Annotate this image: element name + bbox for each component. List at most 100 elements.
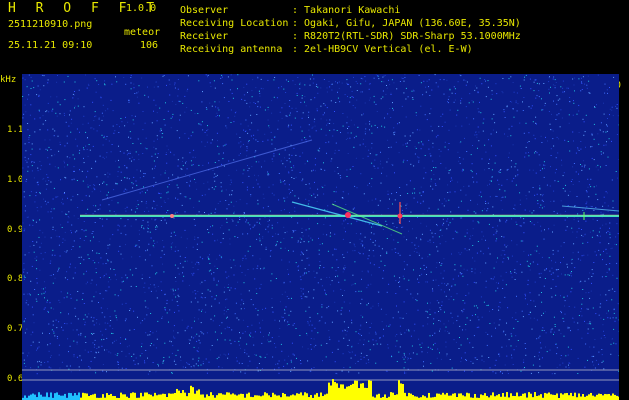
level-bar — [194, 393, 196, 400]
level-bar — [324, 394, 326, 400]
level-bar — [264, 392, 266, 400]
level-bar — [588, 394, 590, 400]
level-bar — [570, 392, 572, 400]
level-bar — [68, 392, 70, 400]
level-bar — [150, 394, 152, 400]
level-bar — [60, 395, 62, 400]
level-bar — [246, 393, 248, 400]
level-bar — [278, 395, 280, 400]
level-bar — [202, 394, 204, 400]
spectrogram-canvas — [22, 74, 619, 400]
level-bar — [62, 395, 64, 400]
level-bar — [268, 395, 270, 400]
level-bar — [42, 396, 44, 400]
level-bar — [506, 392, 508, 400]
level-bar — [384, 394, 386, 400]
level-bar — [266, 393, 268, 400]
level-bar — [522, 393, 524, 400]
level-bar — [46, 392, 48, 400]
level-bar — [154, 392, 156, 400]
level-bar — [614, 394, 616, 400]
level-bar — [594, 396, 596, 400]
level-bar — [28, 395, 30, 400]
level-bar — [240, 393, 242, 400]
freq-label: 0.7 — [7, 324, 24, 334]
level-bar — [302, 395, 304, 400]
level-bar — [358, 388, 360, 400]
level-bar — [546, 393, 548, 400]
level-bar — [130, 393, 132, 400]
level-bar — [440, 394, 442, 400]
level-bar — [282, 392, 284, 400]
level-bar — [578, 393, 580, 400]
level-bar — [364, 387, 366, 400]
level-bar — [332, 379, 334, 400]
level-bar — [498, 394, 500, 400]
level-bar — [224, 394, 226, 400]
level-bar — [484, 393, 486, 400]
meteor-label: meteor — [124, 27, 161, 38]
level-bar — [502, 392, 504, 400]
level-bar — [164, 393, 166, 400]
level-bar — [216, 395, 218, 400]
level-bar — [402, 383, 404, 400]
level-bar — [608, 393, 610, 400]
level-bar — [88, 396, 90, 400]
level-bar — [580, 396, 582, 400]
level-bar — [618, 396, 619, 400]
level-bar — [44, 396, 46, 400]
level-bar — [556, 393, 558, 400]
level-bar — [74, 393, 76, 400]
level-bar — [198, 389, 200, 400]
level-bar — [132, 392, 134, 400]
level-bar — [362, 383, 364, 400]
level-bar — [342, 384, 344, 400]
level-bar — [486, 395, 488, 400]
level-bar — [260, 396, 262, 400]
level-bar — [536, 396, 538, 400]
level-bar — [378, 393, 380, 400]
level-bar — [182, 390, 184, 400]
level-bar — [124, 394, 126, 400]
level-bar — [102, 394, 104, 400]
level-bar — [314, 394, 316, 400]
level-bar — [356, 380, 358, 400]
level-bar — [256, 395, 258, 400]
level-bar — [422, 395, 424, 400]
level-bar — [172, 393, 174, 400]
level-bar — [466, 392, 468, 400]
level-bar — [196, 390, 198, 400]
level-bar — [94, 393, 96, 400]
level-bar — [494, 396, 496, 400]
level-bar — [538, 395, 540, 400]
level-bar — [306, 393, 308, 400]
level-bar — [234, 394, 236, 400]
level-bar — [544, 392, 546, 400]
datetime: 25.11.21 09:10 — [8, 40, 93, 51]
level-bar — [206, 394, 208, 400]
level-bar — [322, 396, 324, 400]
level-bar — [176, 388, 178, 400]
level-bar — [540, 394, 542, 400]
level-bar — [582, 394, 584, 400]
level-bar — [554, 394, 556, 400]
level-bar — [516, 392, 518, 400]
level-bar — [336, 383, 338, 400]
level-bar — [520, 395, 522, 400]
level-bar — [480, 394, 482, 400]
level-bar — [328, 382, 330, 400]
level-bar — [228, 392, 230, 400]
level-bar — [38, 392, 40, 400]
level-bar — [604, 393, 606, 400]
level-bar — [552, 394, 554, 400]
level-bar — [612, 393, 614, 400]
level-bar — [254, 395, 256, 400]
level-bar — [30, 394, 32, 400]
info-row-receiver: Receiver: R820T2(RTL-SDR) SDR-Sharp 53.1… — [180, 31, 521, 42]
level-bar — [530, 393, 532, 400]
level-bar — [600, 393, 602, 400]
level-bar — [482, 395, 484, 400]
level-bar — [276, 395, 278, 400]
level-bar — [438, 393, 440, 400]
header-panel: H R O F F T 1.0.0 2511210910.png meteor … — [0, 0, 629, 73]
